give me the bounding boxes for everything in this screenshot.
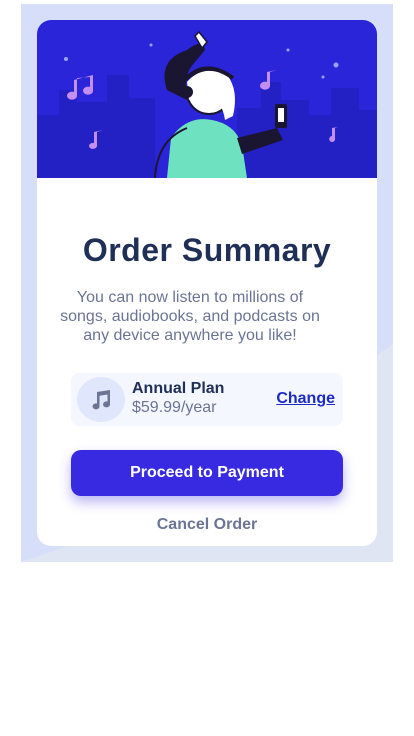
plan-summary: Annual Plan $59.99/year Change [71,373,343,426]
hero-illustration [37,20,377,178]
plan-name: Annual Plan [132,380,225,397]
change-plan-link[interactable]: Change [276,390,335,408]
proceed-to-payment-button[interactable]: Proceed to Payment [71,450,343,496]
order-summary-card: Order Summary You can now listen to mill… [37,20,377,546]
music-note-icon [92,389,111,409]
plan-icon-badge [77,377,125,422]
page-title: Order Summary [82,232,332,268]
plan-price: $59.99/year [132,399,217,416]
cancel-order-button[interactable]: Cancel Order [71,513,343,537]
order-description: You can now listen to millions of songs,… [60,289,320,344]
